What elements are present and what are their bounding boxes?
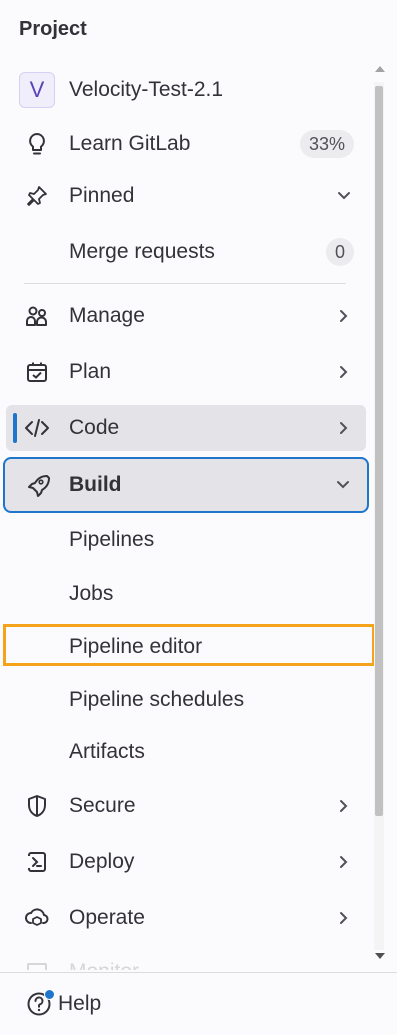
nav-item-build[interactable]: Build — [3, 457, 369, 513]
nav-item-deploy[interactable]: Deploy — [6, 839, 366, 885]
help-label: Help — [58, 992, 102, 1015]
plan-label: Plan — [69, 360, 112, 383]
merge-requests-label: Merge requests — [69, 240, 215, 263]
sidebar-section-title: Project — [19, 18, 87, 40]
secure-label: Secure — [69, 794, 136, 817]
chevron-down-icon — [335, 477, 351, 493]
nav-item-code[interactable]: Code — [6, 405, 366, 451]
nav-item-manage[interactable]: Manage — [6, 293, 366, 339]
pinned-item-merge-requests[interactable]: Merge requests 0 — [6, 229, 366, 275]
code-icon — [24, 415, 50, 441]
operate-label: Operate — [69, 906, 145, 929]
pinned-label: Pinned — [69, 184, 135, 207]
chevron-right-icon — [336, 308, 352, 324]
chevron-down-icon — [336, 188, 352, 204]
manage-label: Manage — [69, 304, 145, 327]
sidebar-footer: Help — [0, 972, 397, 1035]
subitem-label: Pipelines — [69, 528, 155, 551]
build-subitem-artifacts[interactable]: Artifacts — [6, 729, 366, 775]
nav-item-operate[interactable]: Operate — [6, 895, 366, 941]
help-icon — [26, 989, 55, 1017]
subitem-label: Jobs — [69, 582, 114, 605]
help-button[interactable]: Help — [26, 989, 102, 1017]
lightbulb-icon — [24, 131, 50, 157]
chevron-right-icon — [336, 854, 352, 870]
monitor-label: Monitor — [69, 960, 139, 970]
chevron-right-icon — [336, 910, 352, 926]
subitem-label: Artifacts — [69, 740, 145, 763]
learn-gitlab-label: Learn GitLab — [69, 132, 191, 155]
build-subitem-pipelines[interactable]: Pipelines — [6, 517, 366, 563]
project-name: Velocity-Test-2.1 — [69, 78, 224, 101]
sidebar-scrollbar[interactable] — [371, 60, 393, 968]
notification-dot — [44, 989, 55, 1000]
build-label: Build — [69, 473, 122, 496]
monitor-icon — [24, 959, 50, 970]
chevron-right-icon — [336, 798, 352, 814]
pinned-section-toggle[interactable]: Pinned — [6, 173, 366, 219]
plan-icon — [24, 359, 50, 385]
deploy-icon — [24, 849, 50, 875]
progress-badge: 33% — [299, 130, 354, 158]
build-subitem-jobs[interactable]: Jobs — [6, 571, 366, 617]
chevron-right-icon — [336, 364, 352, 380]
scroll-thumb[interactable] — [375, 86, 383, 816]
build-subitem-pipeline-schedules[interactable]: Pipeline schedules — [6, 677, 366, 723]
nav-item-monitor[interactable]: Monitor — [6, 949, 366, 970]
sidebar-nav: V Velocity-Test-2.1 Learn GitLab 33% Pin… — [0, 60, 397, 970]
highlight-annotation — [3, 624, 375, 666]
nav-item-secure[interactable]: Secure — [6, 783, 366, 829]
thumbtack-icon — [24, 183, 50, 209]
operate-icon — [24, 905, 50, 931]
project-link[interactable]: V Velocity-Test-2.1 — [6, 67, 366, 113]
learn-gitlab-link[interactable]: Learn GitLab 33% — [6, 121, 366, 167]
shield-icon — [24, 793, 50, 819]
divider — [24, 283, 346, 284]
scroll-up-arrow-icon[interactable] — [375, 66, 385, 72]
manage-icon — [24, 303, 50, 329]
code-label: Code — [69, 416, 120, 439]
subitem-label: Pipeline schedules — [69, 688, 245, 711]
merge-requests-count: 0 — [325, 238, 354, 266]
nav-item-plan[interactable]: Plan — [6, 349, 366, 395]
scroll-down-arrow-icon[interactable] — [375, 953, 385, 959]
chevron-right-icon — [336, 420, 352, 436]
project-avatar: V — [19, 72, 55, 108]
rocket-icon — [25, 472, 51, 498]
deploy-label: Deploy — [69, 850, 135, 873]
active-indicator — [13, 413, 17, 443]
